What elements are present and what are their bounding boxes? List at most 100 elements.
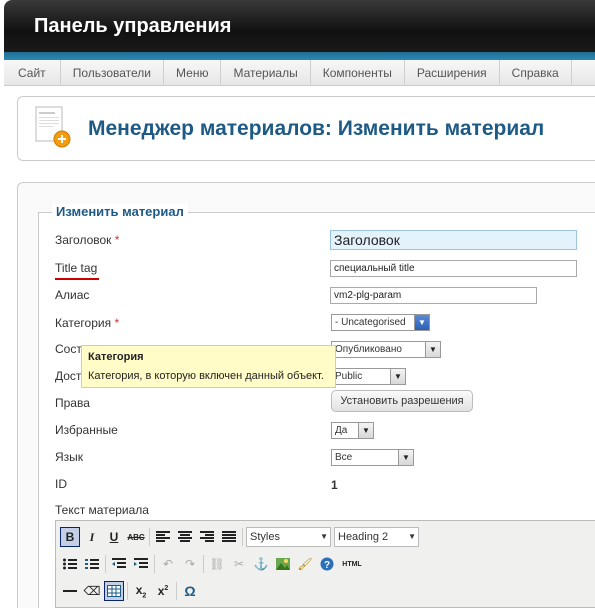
bullet-list-button[interactable]	[60, 554, 80, 574]
admin-panel-title: Панель управления	[34, 15, 232, 37]
alias-label: Алиас	[55, 288, 90, 302]
menu-item-site[interactable]: Сайт	[4, 60, 61, 86]
help-icon: ?	[320, 557, 334, 571]
featured-select-value: Да	[335, 425, 348, 436]
toolbar-separator	[242, 528, 243, 546]
image-button[interactable]	[273, 554, 293, 574]
chevron-down-icon: ▼	[320, 532, 328, 541]
fieldset-legend: Изменить материал	[52, 204, 188, 219]
undo-button[interactable]: ↶	[158, 554, 178, 574]
horizontal-rule-button[interactable]	[60, 581, 80, 601]
article-add-icon	[35, 106, 71, 148]
chevron-down-icon: ▼	[408, 532, 416, 541]
article-text-label: Текст материала	[55, 503, 149, 517]
unlink-icon: ✂	[233, 557, 245, 571]
language-select[interactable]: Все ▼	[331, 449, 414, 466]
redo-button[interactable]: ↷	[180, 554, 200, 574]
subscript-icon: x2	[135, 582, 147, 600]
outdent-button[interactable]	[109, 554, 129, 574]
main-menu: Сайт Пользователи Меню Материалы Компоне…	[4, 60, 595, 86]
menu-item-extensions[interactable]: Расширения	[405, 60, 500, 86]
align-right-button[interactable]	[197, 527, 217, 547]
align-center-icon	[178, 531, 192, 542]
access-label: Дост	[55, 369, 82, 383]
italic-button[interactable]: I	[82, 527, 102, 547]
undo-icon: ↶	[162, 557, 174, 571]
header-accent-line	[4, 52, 595, 60]
required-mark: *	[114, 233, 120, 247]
category-label: Категория *	[55, 316, 120, 330]
remove-format-button[interactable]: ⌫	[82, 581, 102, 601]
permissions-label: Права	[55, 396, 90, 410]
link-icon: ⛓	[209, 557, 225, 571]
anchor-button[interactable]: ⚓	[251, 554, 271, 574]
numbered-list-button[interactable]	[82, 554, 102, 574]
required-mark: *	[114, 316, 120, 330]
bold-button[interactable]: B	[60, 527, 80, 547]
justify-button[interactable]	[219, 527, 239, 547]
access-select[interactable]: Public ▼	[331, 368, 406, 385]
indent-button[interactable]	[131, 554, 151, 574]
wysiwyg-editor[interactable]: B I U ABC Styles ▼ Heading 2 ▼ ↶ ↷ ⛓ ✂ ⚓…	[55, 520, 595, 608]
menu-item-users[interactable]: Пользователи	[61, 60, 165, 86]
category-select[interactable]: - Uncategorised ▼	[331, 314, 430, 331]
chevron-down-icon: ▼	[390, 369, 405, 384]
toolbar-separator	[176, 582, 177, 600]
subscript-button[interactable]: x2	[131, 581, 151, 601]
strikethrough-button[interactable]: ABC	[126, 527, 146, 547]
tooltip-text: Категория, в которую включен данный объе…	[88, 370, 324, 382]
chevron-down-icon: ▼	[398, 450, 413, 465]
link-button[interactable]: ⛓	[207, 554, 227, 574]
unlink-button[interactable]: ✂	[229, 554, 249, 574]
category-tooltip: Категория Категория, в которую включен д…	[81, 345, 336, 388]
page-title-box: Менеджер материалов: Изменить материал	[17, 96, 595, 161]
eraser-icon: ⌫	[83, 584, 101, 598]
format-select-value: Heading 2	[338, 531, 389, 543]
id-value: 1	[331, 478, 338, 492]
state-select-value: Опубликовано	[335, 344, 402, 355]
horizontal-rule-icon	[63, 590, 77, 592]
anchor-icon: ⚓	[253, 557, 269, 571]
svg-text:?: ?	[324, 560, 330, 571]
align-left-button[interactable]	[153, 527, 173, 547]
tooltip-title: Категория	[88, 351, 144, 363]
toolbar-separator	[203, 555, 204, 573]
title-input[interactable]: Заголовок	[330, 230, 577, 250]
help-button[interactable]: ?	[317, 554, 337, 574]
editor-toolbar-row-2: ↶ ↷ ⛓ ✂ ⚓ 🖌 ? HTML	[60, 554, 367, 574]
visual-aid-button[interactable]	[104, 581, 124, 601]
title-tag-label: Title tag	[55, 261, 98, 275]
redo-icon: ↷	[184, 557, 196, 571]
menu-item-content[interactable]: Материалы	[221, 60, 311, 86]
superscript-button[interactable]: x2	[153, 581, 173, 601]
title-tag-input[interactable]: специальный title	[330, 260, 577, 277]
access-select-value: Public	[335, 371, 363, 382]
language-select-value: Все	[335, 452, 353, 463]
underline-button[interactable]: U	[104, 527, 124, 547]
id-label: ID	[55, 477, 67, 491]
title-label: Заголовок *	[55, 233, 120, 247]
menu-item-components[interactable]: Компоненты	[311, 60, 405, 86]
justify-icon	[222, 531, 236, 542]
chevron-down-icon: ▼	[414, 315, 429, 330]
align-center-button[interactable]	[175, 527, 195, 547]
menu-item-menus[interactable]: Меню	[164, 60, 222, 86]
toolbar-separator	[127, 582, 128, 600]
styles-select[interactable]: Styles ▼	[246, 527, 331, 547]
featured-select[interactable]: Да ▼	[331, 422, 374, 439]
state-select[interactable]: Опубликовано ▼	[331, 341, 441, 358]
category-select-value: - Uncategorised	[335, 317, 406, 328]
special-char-button[interactable]: Ω	[180, 581, 200, 601]
table-grid-icon	[107, 585, 121, 597]
align-right-icon	[200, 531, 214, 542]
cleanup-button[interactable]: 🖌	[295, 554, 315, 574]
header-bar: Панель управления	[4, 0, 595, 52]
editor-toolbar-row-1: B I U ABC Styles ▼ Heading 2 ▼	[60, 527, 422, 547]
html-button[interactable]: HTML	[339, 554, 365, 574]
brush-icon: 🖌	[297, 557, 313, 571]
alias-input[interactable]: vm2-plg-param	[330, 287, 537, 304]
bullet-list-icon	[63, 558, 77, 570]
format-select[interactable]: Heading 2 ▼	[334, 527, 419, 547]
set-permissions-button[interactable]: Установить разрешения	[331, 390, 473, 412]
menu-item-help[interactable]: Справка	[500, 60, 572, 86]
